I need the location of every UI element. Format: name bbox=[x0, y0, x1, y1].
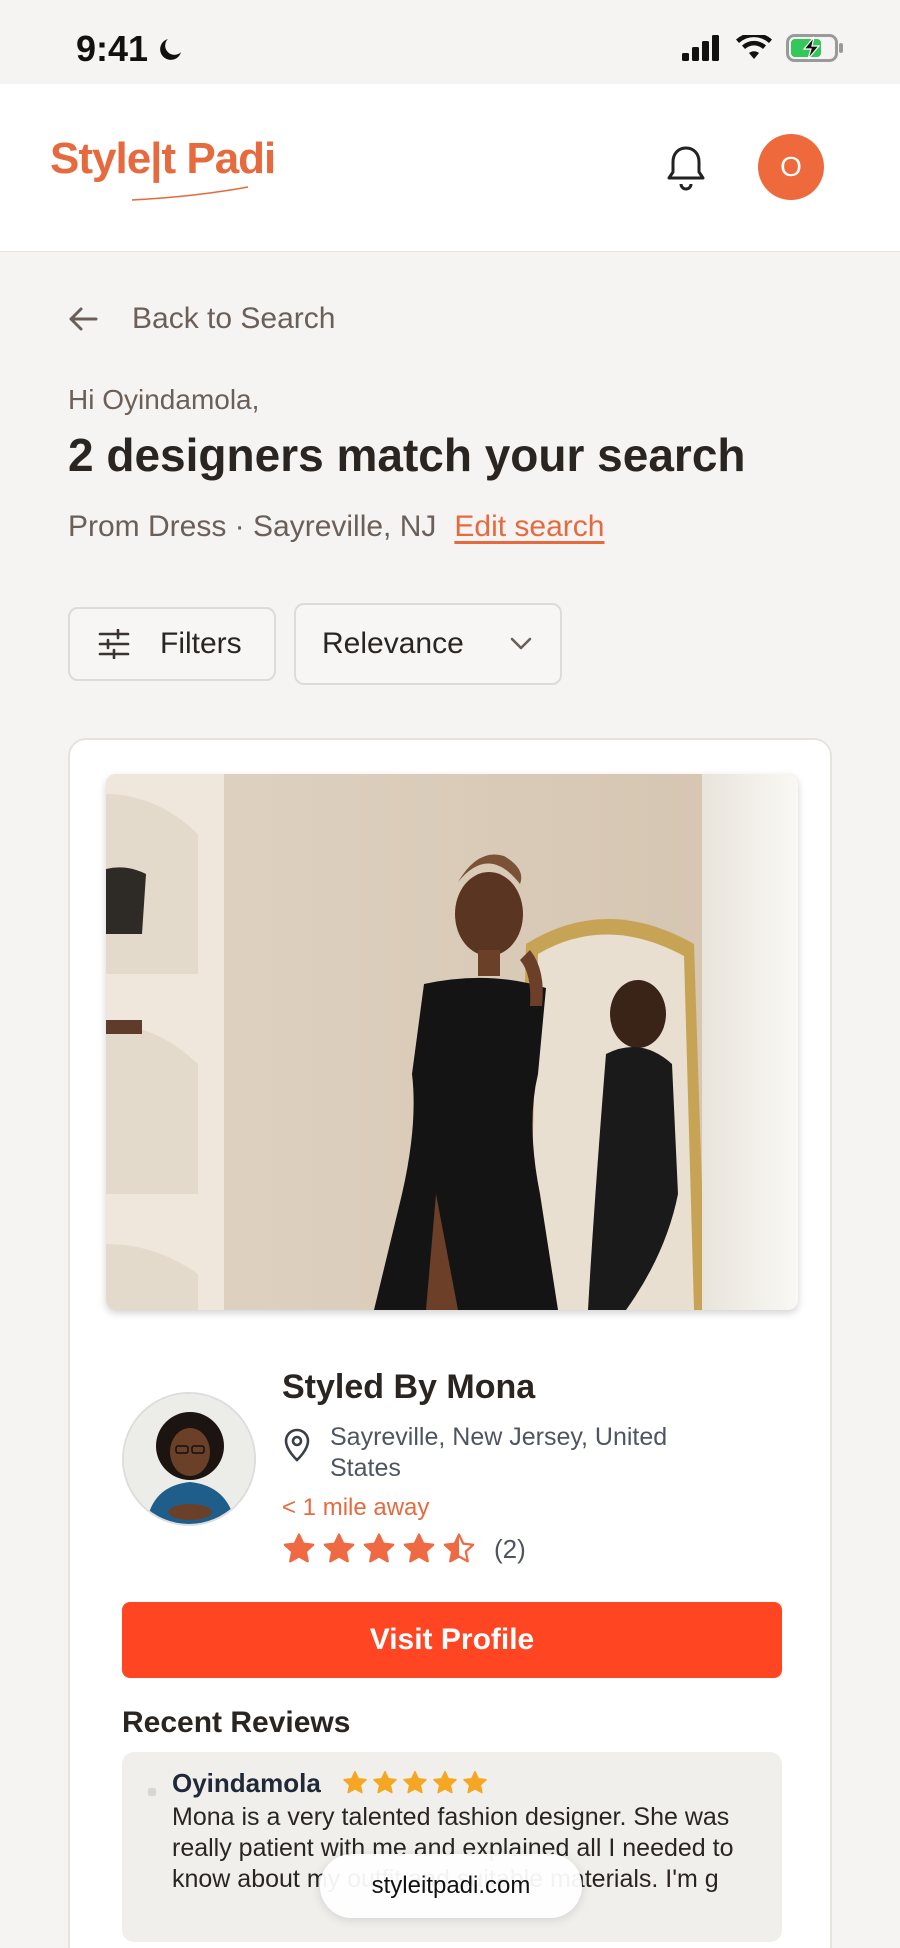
star-icon bbox=[463, 1771, 487, 1794]
status-icons bbox=[682, 34, 844, 62]
page-title: 2 designers match your search bbox=[68, 429, 746, 481]
star-icon bbox=[433, 1771, 457, 1794]
visit-profile-button[interactable]: Visit Profile bbox=[122, 1602, 782, 1678]
chevron-down-icon bbox=[510, 637, 532, 650]
star-icon bbox=[283, 1533, 315, 1563]
status-bar: 9:41 bbox=[0, 0, 900, 84]
filters-label: Filters bbox=[160, 627, 242, 660]
designer-card: Styled By Mona Sayreville, New Jersey, U… bbox=[68, 738, 832, 1948]
recent-reviews-heading: Recent Reviews bbox=[122, 1706, 351, 1739]
back-to-search-link[interactable]: Back to Search bbox=[68, 302, 335, 336]
battery-charging-icon bbox=[786, 34, 843, 62]
star-icon bbox=[373, 1771, 397, 1794]
star-icon bbox=[343, 1771, 367, 1794]
location-line-2: States bbox=[330, 1454, 401, 1482]
designer-name[interactable]: Styled By Mona bbox=[282, 1368, 535, 1407]
edit-search-link[interactable]: Edit search bbox=[454, 510, 604, 544]
arrow-left-icon bbox=[69, 307, 98, 331]
search-summary: Prom Dress · Sayreville, NJ Edit search bbox=[68, 510, 604, 544]
browser-url-bar[interactable]: styleitpadi.com bbox=[320, 1854, 582, 1918]
portfolio-image bbox=[106, 774, 798, 1310]
wifi-icon bbox=[736, 35, 772, 59]
designer-location: Sayreville, New Jersey, United States bbox=[282, 1422, 722, 1484]
reviewer-name: Oyindamola bbox=[172, 1768, 321, 1798]
app-header: Style|t Padi O bbox=[0, 84, 900, 252]
notification-bell-icon[interactable] bbox=[662, 142, 710, 194]
clock-text: 9:41 bbox=[76, 28, 149, 69]
designer-avatar-image bbox=[124, 1394, 254, 1524]
map-pin-icon bbox=[284, 1428, 310, 1462]
distance-text: < 1 mile away bbox=[282, 1494, 430, 1521]
filters-button[interactable]: Filters bbox=[68, 607, 276, 681]
cellular-signal-icon bbox=[682, 35, 719, 61]
sort-select[interactable]: Relevance bbox=[294, 603, 562, 685]
moon-icon bbox=[160, 39, 182, 60]
review-count: (2) bbox=[494, 1533, 526, 1564]
designer-avatar[interactable] bbox=[122, 1392, 256, 1526]
brand-logo[interactable]: Style|t Padi bbox=[50, 134, 276, 184]
sliders-icon bbox=[98, 629, 130, 659]
review-stars bbox=[342, 1770, 488, 1796]
rating-stars bbox=[282, 1532, 476, 1566]
location-line-1: Sayreville, New Jersey, United bbox=[330, 1423, 668, 1451]
status-time: 9:41 bbox=[76, 28, 186, 70]
star-rating: (2) bbox=[282, 1532, 526, 1566]
search-query-text: Prom Dress · Sayreville, NJ bbox=[68, 510, 437, 543]
greeting-text: Hi Oyindamola, bbox=[68, 384, 260, 415]
sort-value: Relevance bbox=[322, 627, 464, 660]
carousel-dot[interactable] bbox=[148, 1788, 156, 1796]
star-icon bbox=[363, 1533, 395, 1563]
star-icon bbox=[323, 1533, 355, 1563]
location-text: Sayreville, New Jersey, United States bbox=[330, 1422, 667, 1484]
star-icon bbox=[403, 1533, 435, 1563]
star-icon bbox=[443, 1533, 475, 1563]
logo-swoosh-icon bbox=[131, 186, 249, 201]
user-avatar-button[interactable]: O bbox=[758, 134, 824, 200]
designer-portfolio-photo[interactable] bbox=[106, 774, 798, 1310]
star-icon bbox=[403, 1771, 427, 1794]
back-label: Back to Search bbox=[132, 302, 336, 335]
